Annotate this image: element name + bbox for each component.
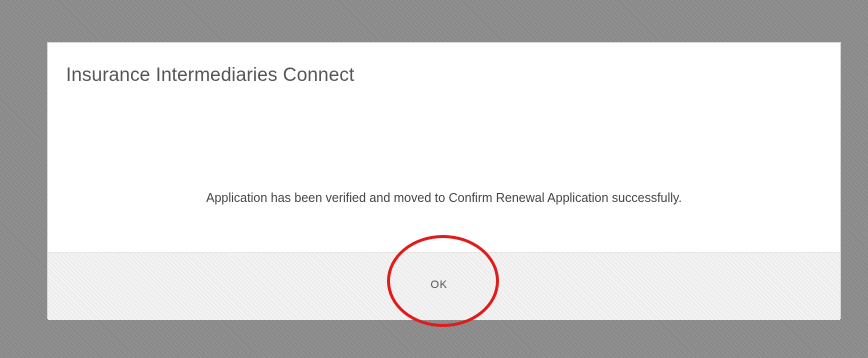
confirmation-dialog: Insurance Intermediaries Connect Applica… bbox=[47, 42, 841, 320]
ok-button[interactable]: OK bbox=[389, 265, 489, 305]
dialog-footer: OK bbox=[48, 252, 840, 320]
dialog-title: Insurance Intermediaries Connect bbox=[66, 65, 355, 86]
dialog-message: Application has been verified and moved … bbox=[206, 191, 682, 205]
